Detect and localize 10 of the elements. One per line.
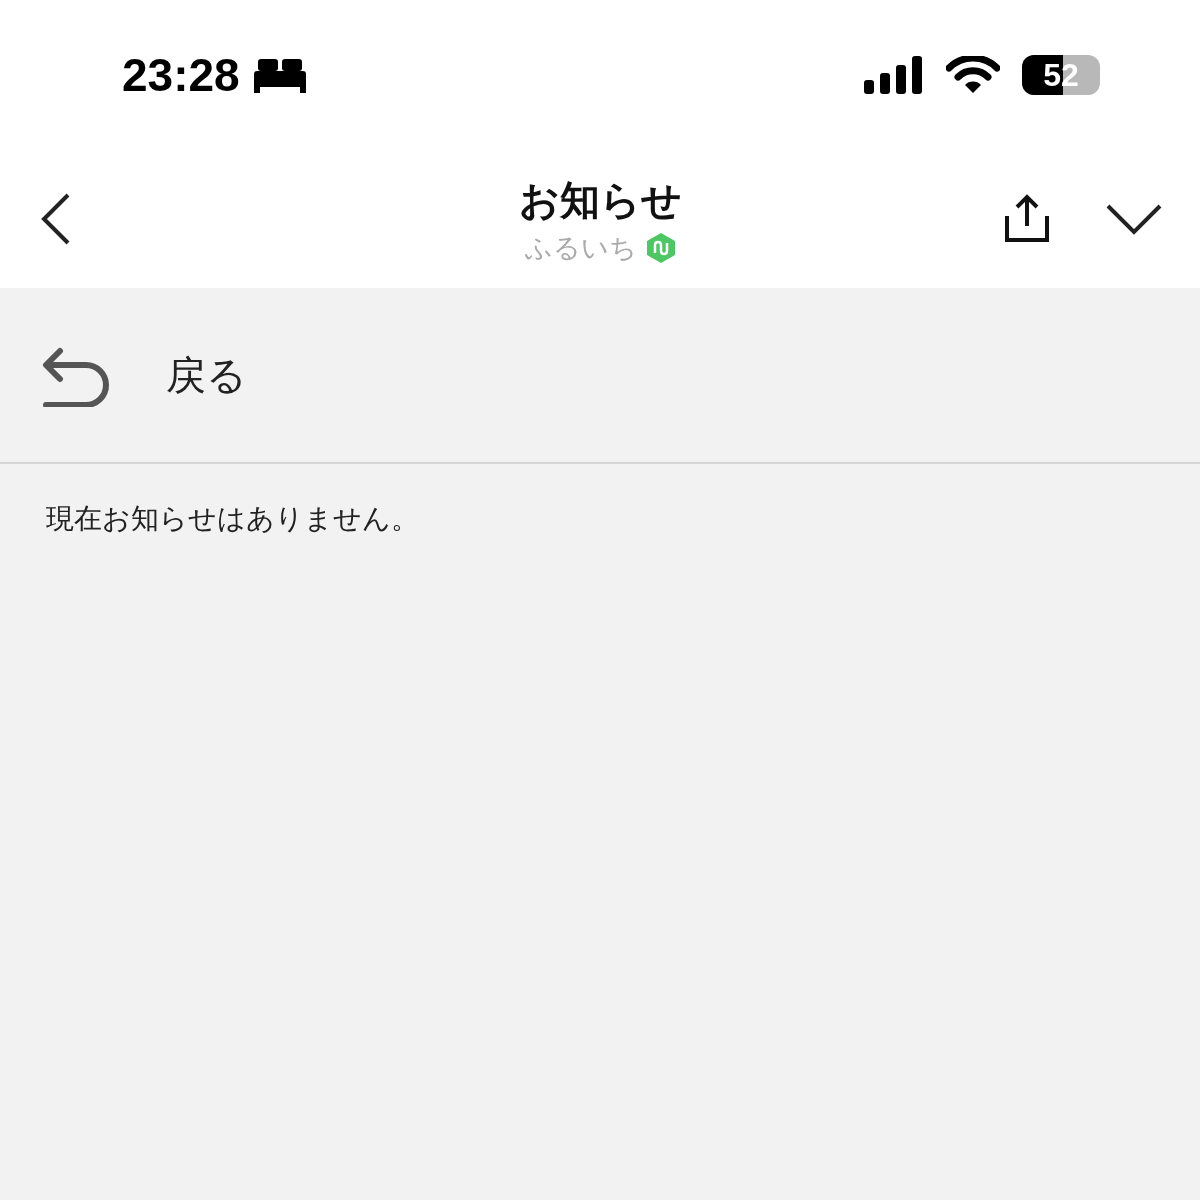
share-button[interactable]: [1004, 194, 1050, 244]
verified-badge-icon: [647, 232, 675, 263]
header-subtitle: ふるいち: [525, 230, 637, 265]
signal-icon: [864, 56, 924, 94]
empty-message: 現在お知らせはありません。: [45, 501, 420, 537]
collapse-chevron-button[interactable]: [1106, 202, 1162, 236]
bed-icon: [253, 57, 306, 93]
status-time: 23:28: [122, 48, 240, 102]
header-title: お知らせ: [518, 175, 682, 225]
wifi-icon: [946, 56, 1000, 94]
